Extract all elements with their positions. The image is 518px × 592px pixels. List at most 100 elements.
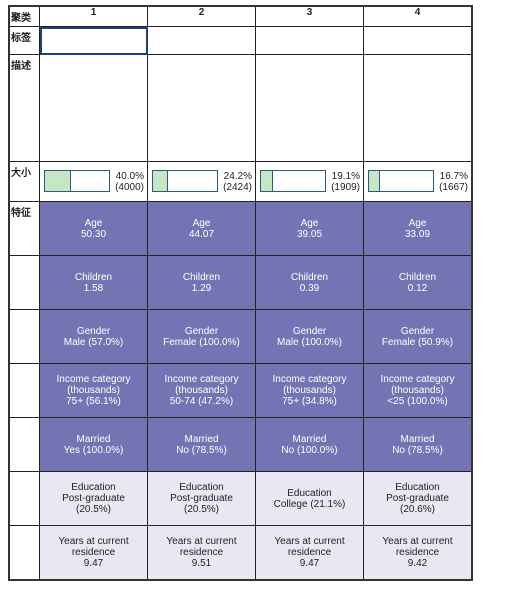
size-bar bbox=[260, 170, 326, 192]
row-header-features bbox=[8, 525, 40, 581]
feature-text: College (21.1%) bbox=[273, 498, 346, 510]
feature-text: (thousands) bbox=[175, 385, 228, 396]
feature-text: residence bbox=[287, 547, 332, 558]
feature-cell[interactable]: Married No (100.0%) bbox=[255, 417, 364, 472]
feature-cell[interactable]: Age 44.07 bbox=[147, 201, 256, 256]
feature-text: Income category bbox=[380, 374, 455, 385]
feature-cell[interactable]: Age 50.30 bbox=[39, 201, 148, 256]
feature-text: (thousands) bbox=[67, 385, 120, 396]
cluster-column-header[interactable]: 1 bbox=[39, 5, 148, 27]
row-header-features bbox=[8, 309, 40, 364]
cluster-label-cell[interactable] bbox=[363, 26, 473, 55]
size-percent: 40.0% bbox=[115, 171, 144, 182]
feature-text: No (78.5%) bbox=[176, 444, 227, 456]
cluster-label-cell[interactable] bbox=[255, 26, 364, 55]
feature-text: 9.51 bbox=[191, 558, 212, 569]
feature-text: 75+ (56.1%) bbox=[66, 396, 121, 407]
feature-text: 75+ (34.8%) bbox=[282, 396, 337, 407]
feature-text: Post-graduate bbox=[386, 493, 449, 504]
feature-text: Age bbox=[408, 217, 427, 229]
feature-text: Children bbox=[398, 271, 437, 283]
row-header-label: 标签 bbox=[8, 26, 40, 55]
feature-text: Male (100.0%) bbox=[276, 336, 343, 348]
feature-text: 50-74 (47.2%) bbox=[169, 396, 234, 407]
feature-cell[interactable]: Gender Female (50.9%) bbox=[363, 309, 473, 364]
feature-cell[interactable]: Income category (thousands) 75+ (56.1%) bbox=[39, 363, 148, 418]
feature-text: 9.47 bbox=[83, 558, 104, 569]
feature-cell[interactable]: Age 33.09 bbox=[363, 201, 473, 256]
feature-row: Income category (thousands) 75+ (56.1%) Inc… bbox=[8, 363, 473, 418]
label-row: 标签 bbox=[8, 26, 473, 55]
feature-text: Age bbox=[300, 217, 319, 229]
size-bar bbox=[44, 170, 110, 192]
feature-text: Married bbox=[400, 433, 435, 445]
feature-cell[interactable]: Income category (thousands) 75+ (34.8%) bbox=[255, 363, 364, 418]
cluster-description-cell[interactable] bbox=[39, 54, 148, 162]
feature-text: Education bbox=[71, 482, 116, 493]
feature-text: Post-graduate bbox=[170, 493, 233, 504]
feature-text: 0.12 bbox=[407, 282, 428, 294]
feature-text: Years at current bbox=[58, 536, 129, 547]
feature-row: Children 1.58 Children 1.29 Children 0.39 Chil… bbox=[8, 255, 473, 310]
cluster-label-cell[interactable] bbox=[147, 26, 256, 55]
feature-text: Female (100.0%) bbox=[163, 336, 240, 348]
cluster-label-cell[interactable] bbox=[39, 26, 148, 55]
feature-text: 33.09 bbox=[404, 228, 431, 240]
cluster-size-cell: 40.0% (4000) bbox=[39, 161, 148, 202]
feature-cell[interactable]: Income category (thousands) 50-74 (47.2%) bbox=[147, 363, 256, 418]
feature-cell[interactable]: Children 0.39 bbox=[255, 255, 364, 310]
feature-text: Years at current bbox=[274, 536, 345, 547]
size-bar bbox=[368, 170, 434, 192]
feature-cell[interactable]: Married Yes (100.0%) bbox=[39, 417, 148, 472]
feature-cell[interactable]: Children 0.12 bbox=[363, 255, 473, 310]
size-bar-fill bbox=[369, 171, 380, 191]
feature-text: Children bbox=[74, 271, 113, 283]
feature-text: Age bbox=[192, 217, 211, 229]
header-row: 聚类 1 2 3 4 bbox=[8, 5, 473, 27]
size-bar bbox=[152, 170, 218, 192]
size-row: 大小 40.0% (4000) 24.2% (2424) 19.1% (1909) 16.7%… bbox=[8, 161, 473, 202]
feature-cell[interactable]: Years at current residence 9.47 bbox=[255, 525, 364, 581]
feature-text: Married bbox=[184, 433, 219, 445]
cluster-description-cell[interactable] bbox=[147, 54, 256, 162]
cluster-column-header[interactable]: 4 bbox=[363, 5, 473, 27]
size-count: (2424) bbox=[223, 182, 252, 193]
feature-text: Gender bbox=[76, 325, 111, 337]
feature-text: No (78.5%) bbox=[392, 444, 443, 456]
feature-cell[interactable]: Education College (21.1%) bbox=[255, 471, 364, 526]
feature-cell[interactable]: Income category (thousands) <25 (100.0%) bbox=[363, 363, 473, 418]
row-header-size: 大小 bbox=[8, 161, 40, 202]
feature-cell[interactable]: Married No (78.5%) bbox=[363, 417, 473, 472]
cluster-description-cell[interactable] bbox=[255, 54, 364, 162]
cluster-size-cell: 24.2% (2424) bbox=[147, 161, 256, 202]
feature-cell[interactable]: Gender Male (100.0%) bbox=[255, 309, 364, 364]
cluster-description-cell[interactable] bbox=[363, 54, 473, 162]
feature-text: 44.07 bbox=[188, 228, 215, 240]
feature-cell[interactable]: Married No (78.5%) bbox=[147, 417, 256, 472]
feature-text: (thousands) bbox=[391, 385, 444, 396]
feature-cell[interactable]: Children 1.29 bbox=[147, 255, 256, 310]
feature-cell[interactable]: Years at current residence 9.51 bbox=[147, 525, 256, 581]
cluster-column-header[interactable]: 3 bbox=[255, 5, 364, 27]
cluster-column-header[interactable]: 2 bbox=[147, 5, 256, 27]
feature-text: (thousands) bbox=[283, 385, 336, 396]
description-row: 描述 bbox=[8, 54, 473, 162]
feature-cell[interactable]: Age 39.05 bbox=[255, 201, 364, 256]
feature-text: 50.30 bbox=[80, 228, 107, 240]
feature-text: Education bbox=[287, 487, 332, 499]
feature-cell[interactable]: Education Post-graduate (20.6%) bbox=[363, 471, 473, 526]
feature-cell[interactable]: Education Post-graduate (20.5%) bbox=[147, 471, 256, 526]
feature-cell[interactable]: Education Post-graduate (20.5%) bbox=[39, 471, 148, 526]
row-header-features bbox=[8, 363, 40, 418]
feature-cell[interactable]: Gender Female (100.0%) bbox=[147, 309, 256, 364]
feature-cell[interactable]: Children 1.58 bbox=[39, 255, 148, 310]
feature-text: Income category bbox=[272, 374, 347, 385]
feature-text: Gender bbox=[400, 325, 435, 337]
feature-cell[interactable]: Gender Male (57.0%) bbox=[39, 309, 148, 364]
row-header-cluster: 聚类 bbox=[8, 5, 40, 27]
feature-text: Yes (100.0%) bbox=[63, 444, 124, 456]
size-bar-fill bbox=[261, 171, 274, 191]
feature-cell[interactable]: Years at current residence 9.47 bbox=[39, 525, 148, 581]
size-percent: 24.2% bbox=[223, 171, 252, 182]
feature-cell[interactable]: Years at current residence 9.42 bbox=[363, 525, 473, 581]
